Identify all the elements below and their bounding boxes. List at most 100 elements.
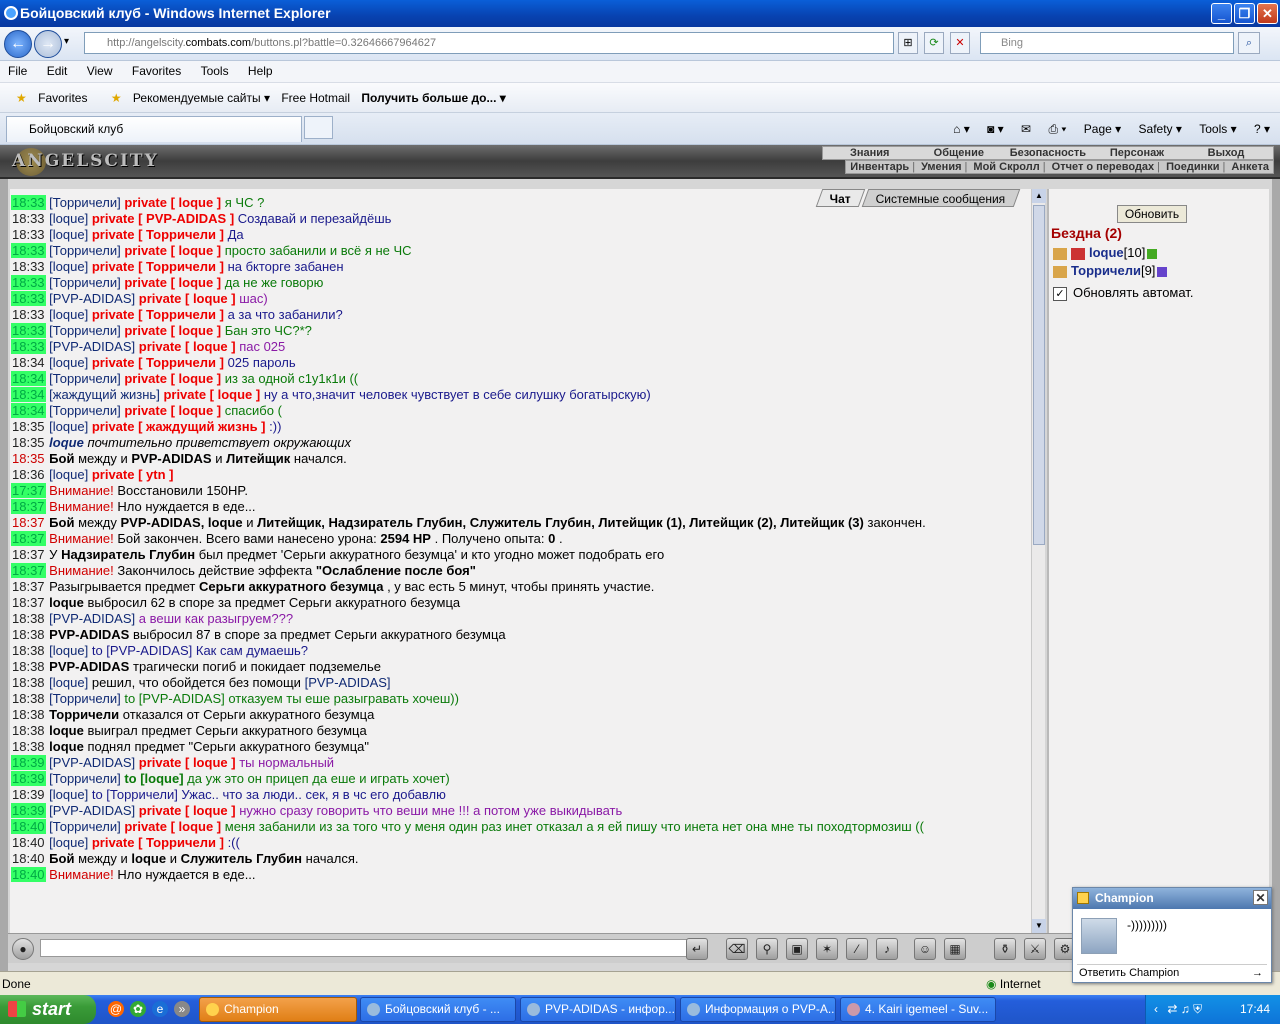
- chat-author[interactable]: [PVP-ADIDAS]: [49, 291, 135, 306]
- chat-author[interactable]: [Торричели]: [49, 323, 121, 338]
- tray-network-icon[interactable]: ⇄: [1167, 1002, 1177, 1016]
- game-menu-profile[interactable]: Анкета: [1231, 161, 1269, 173]
- task-pvp-adidas[interactable]: PVP-ADIDAS - инфор...: [520, 997, 676, 1022]
- tools-menu[interactable]: Tools ▾: [1199, 122, 1236, 136]
- chat-author[interactable]: [PVP-ADIDAS]: [49, 339, 135, 354]
- search-input[interactable]: Bing: [980, 32, 1234, 54]
- safety-menu[interactable]: Safety ▾: [1139, 122, 1182, 136]
- sound-icon[interactable]: ♪: [876, 938, 898, 960]
- auto-refresh-checkbox[interactable]: ✓: [1053, 286, 1067, 301]
- fav-item-recommended[interactable]: Рекомендуемые сайты ▾: [133, 83, 270, 113]
- page-menu[interactable]: Page ▾: [1084, 122, 1121, 136]
- tray-volume-icon[interactable]: ♫: [1181, 1002, 1190, 1016]
- home-icon[interactable]: ⌂ ▾: [953, 122, 970, 136]
- chat-author[interactable]: [loque]: [49, 259, 88, 274]
- game-menu-exit[interactable]: Выход: [1183, 147, 1269, 159]
- menu-view[interactable]: View: [79, 61, 121, 81]
- user-loque[interactable]: loque[10]: [1053, 245, 1158, 260]
- auto-refresh-option[interactable]: ✓ Обновлять автомат.: [1053, 285, 1193, 301]
- info-icon[interactable]: [1157, 266, 1168, 277]
- menu-tools[interactable]: Tools: [193, 61, 237, 81]
- tab-system-messages[interactable]: Системные сообщения: [862, 189, 1021, 207]
- chat-author[interactable]: [loque]: [49, 355, 88, 370]
- chat-author[interactable]: [loque]: [49, 787, 88, 802]
- chat-author[interactable]: [Торричели]: [49, 275, 121, 290]
- task-kairi[interactable]: 4. Kairi igemeel - Suv...: [840, 997, 996, 1022]
- bag-icon[interactable]: ⚱: [994, 938, 1016, 960]
- chat-author[interactable]: [Торричели]: [49, 771, 121, 786]
- stop-icon[interactable]: ✕: [950, 32, 970, 54]
- game-menu-knowledge[interactable]: Знания: [827, 147, 913, 159]
- menu-favorites[interactable]: Favorites: [124, 61, 189, 81]
- chat-author[interactable]: [Торричели]: [49, 691, 121, 706]
- task-pvp-info[interactable]: Информация о PVP-A...: [680, 997, 836, 1022]
- user-torricheli[interactable]: Торричели[9]: [1053, 263, 1168, 278]
- chat-author[interactable]: [loque]: [49, 227, 88, 242]
- scroll-up-icon[interactable]: ▲: [1032, 189, 1046, 203]
- chat-author[interactable]: [PVP-ADIDAS]: [305, 675, 391, 690]
- chat-author[interactable]: [Торричели]: [49, 371, 121, 386]
- url-field[interactable]: http://angelscity.combats.com/buttons.pl…: [84, 32, 894, 54]
- chat-author[interactable]: [loque]: [49, 835, 88, 850]
- add-favorite-icon[interactable]: ★: [111, 83, 122, 113]
- feeds-icon[interactable]: ◙ ▾: [987, 122, 1004, 136]
- chat-author[interactable]: [жаждущий жизнь]: [49, 387, 160, 402]
- fav-item-hotmail[interactable]: Free Hotmail: [281, 83, 350, 113]
- fav-item-more[interactable]: Получить больше до... ▾: [361, 83, 506, 113]
- scroll-down-icon[interactable]: ▼: [1032, 919, 1046, 933]
- chat-scrollbar[interactable]: ▲ ▼: [1031, 189, 1046, 933]
- game-menu-security[interactable]: Безопасность: [1005, 147, 1091, 159]
- mail-icon[interactable]: ✉: [1021, 122, 1031, 136]
- chat-author[interactable]: [loque]: [49, 467, 88, 482]
- history-dropdown-icon[interactable]: ▾: [64, 36, 69, 47]
- tab-chat[interactable]: Чат: [815, 189, 866, 207]
- chat-author[interactable]: [loque]: [49, 211, 88, 226]
- clock[interactable]: 17:44: [1240, 995, 1270, 1024]
- game-menu-character[interactable]: Персонаж: [1094, 147, 1180, 159]
- task-champion[interactable]: Champion: [199, 997, 357, 1022]
- scroll-thumb[interactable]: [1033, 205, 1045, 545]
- chat-author[interactable]: [loque]: [49, 419, 88, 434]
- refresh-icon[interactable]: ⟳: [924, 32, 944, 54]
- game-menu-fights[interactable]: Поединки: [1166, 161, 1219, 173]
- task-fight-club[interactable]: Бойцовский клуб - ...: [360, 997, 516, 1022]
- tray-arrow-icon[interactable]: ‹: [1154, 1002, 1158, 1016]
- quicklaunch-flower-icon[interactable]: ✿: [130, 1001, 146, 1017]
- chat-author[interactable]: [Торричели]: [49, 243, 121, 258]
- favorites-button[interactable]: ★ Favorites: [8, 83, 87, 113]
- chat-settings-icon[interactable]: ●: [12, 938, 34, 960]
- quicklaunch-ie-icon[interactable]: e: [152, 1001, 168, 1017]
- back-button[interactable]: ←: [4, 30, 32, 58]
- menu-file[interactable]: File: [0, 61, 35, 81]
- chat-author[interactable]: [PVP-ADIDAS]: [49, 803, 135, 818]
- chat-author[interactable]: [PVP-ADIDAS]: [49, 755, 135, 770]
- fight-icon[interactable]: ✶: [816, 938, 838, 960]
- chat-author[interactable]: loque: [49, 435, 84, 450]
- tray-security-icon[interactable]: ⛨: [1193, 1002, 1202, 1016]
- popup-reply-link[interactable]: Ответить Champion →: [1077, 964, 1267, 980]
- info-icon[interactable]: [1147, 248, 1158, 259]
- filter-icon[interactable]: ⚲: [756, 938, 778, 960]
- user-name[interactable]: Торричели: [1071, 263, 1141, 278]
- quicklaunch-more-icon[interactable]: »: [174, 1001, 190, 1017]
- forward-button[interactable]: →: [34, 30, 62, 58]
- game-menu-scroll[interactable]: Мой Скролл: [973, 161, 1039, 173]
- print-icon[interactable]: ⎙ ▾: [1048, 122, 1066, 136]
- maximize-button[interactable]: ❐: [1234, 3, 1255, 24]
- start-button[interactable]: start: [0, 995, 96, 1024]
- compat-view-icon[interactable]: ⊞: [898, 32, 918, 54]
- user-name[interactable]: loque: [1089, 245, 1124, 260]
- chat-author[interactable]: [Торричели]: [49, 819, 121, 834]
- new-tab-button[interactable]: [304, 116, 333, 139]
- game-menu-skills[interactable]: Умения: [921, 161, 961, 173]
- slash-icon[interactable]: ⁄: [846, 938, 868, 960]
- chat-author[interactable]: [PVP-ADIDAS]: [49, 611, 135, 626]
- map-icon[interactable]: ▦: [944, 938, 966, 960]
- sword-icon[interactable]: ⚔: [1024, 938, 1046, 960]
- close-icon[interactable]: ✕: [1253, 890, 1268, 905]
- chat-message-input[interactable]: [40, 939, 690, 957]
- smiley-icon[interactable]: ☺: [914, 938, 936, 960]
- minimize-button[interactable]: _: [1211, 3, 1232, 24]
- clear-icon[interactable]: ⌫: [726, 938, 748, 960]
- chat-author[interactable]: [loque]: [49, 675, 88, 690]
